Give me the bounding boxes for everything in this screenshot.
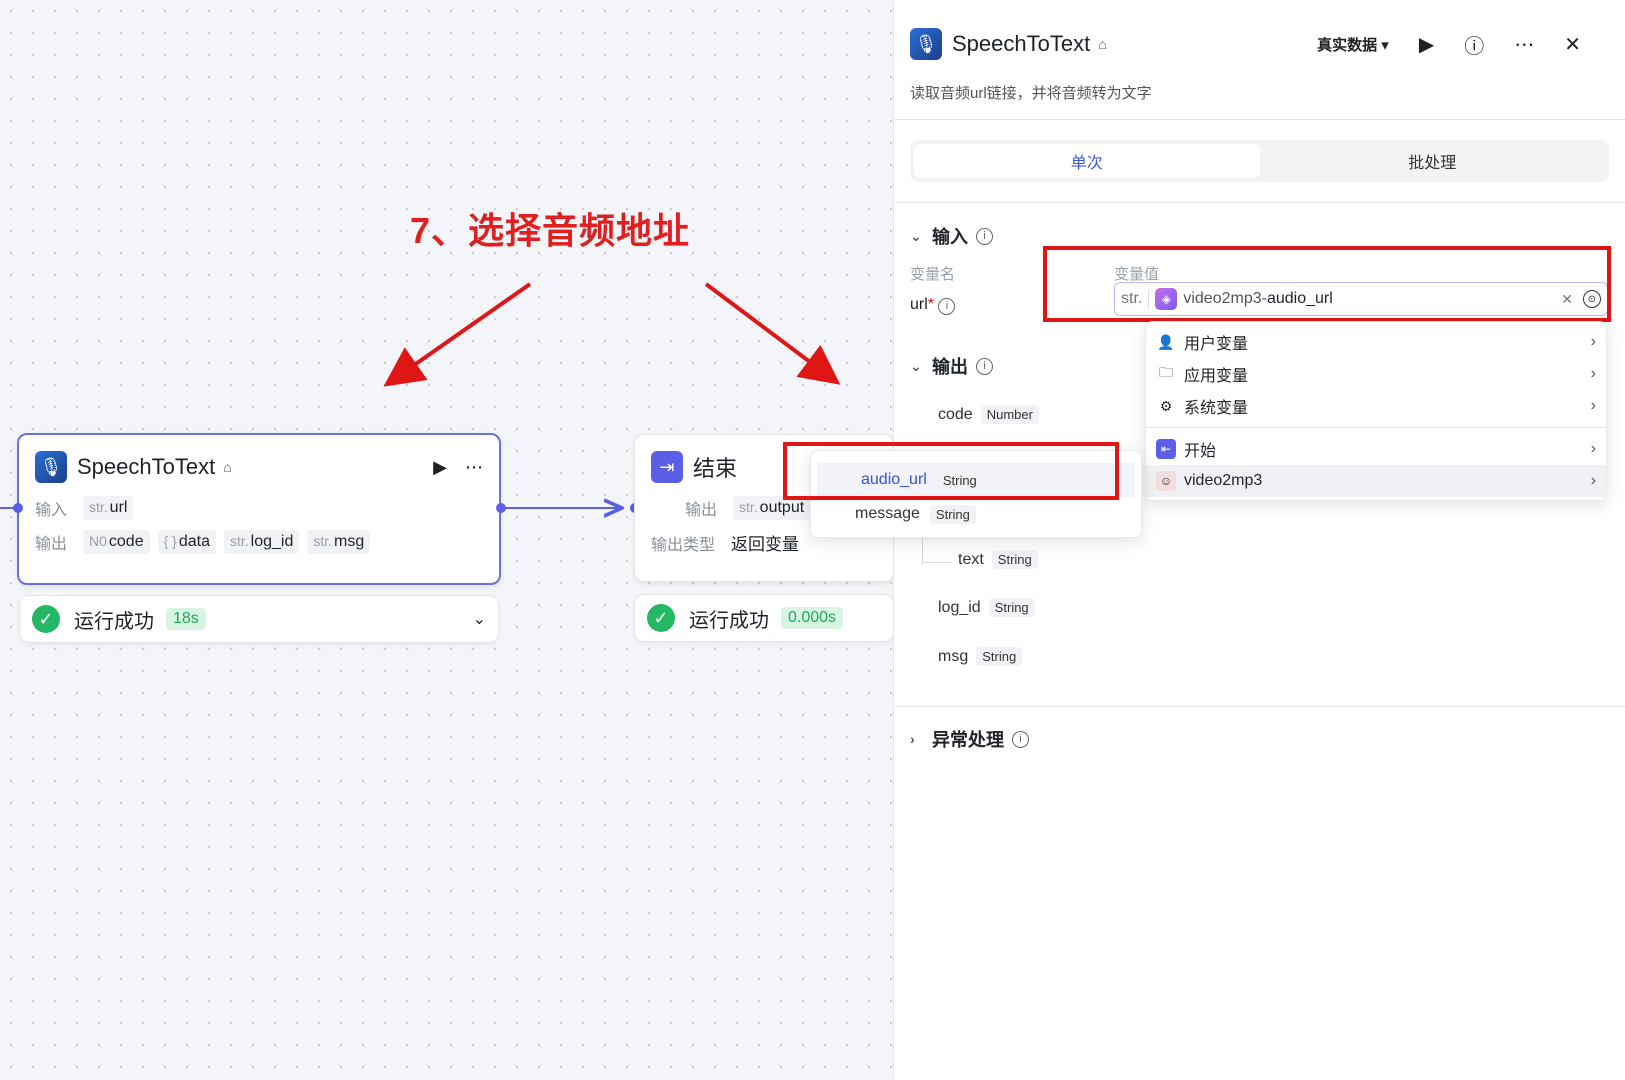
stt-input-port[interactable] (13, 503, 23, 513)
status-text: 运行成功 (74, 610, 154, 633)
more-icon[interactable]: ⋯ (1514, 32, 1534, 57)
tab-bar: 单次 批处理 (910, 140, 1609, 182)
panel-description: 读取音频url链接，并将音频转为文字 (910, 85, 1152, 102)
info-icon: i (976, 357, 993, 375)
exception-section-header[interactable]: › 异常处理 i (894, 726, 1045, 752)
node-title: SpeechToText (77, 454, 216, 479)
output-row-msg: msg String (938, 647, 1023, 666)
arrow-left (383, 282, 532, 387)
chevron-right-icon: › (1590, 440, 1596, 457)
input-label: 输入 (35, 502, 68, 519)
chevron-down-icon[interactable]: ⌄ (473, 609, 486, 629)
save-icon: ⌂ (1098, 36, 1107, 52)
run-icon[interactable]: ▶ (1419, 32, 1434, 57)
microphone-icon: 🎙 (35, 451, 67, 483)
info-icon: i (1012, 730, 1029, 748)
gear-icon: ⚙ (1159, 397, 1173, 414)
output-row-text: text String (958, 550, 1038, 569)
success-check-icon: ✓ (32, 605, 60, 633)
user-icon: 👤 (1157, 333, 1175, 350)
chevron-right-icon: › (1590, 365, 1596, 382)
run-icon[interactable]: ▶ (433, 457, 447, 478)
menu-item-app-vars[interactable]: 🗀 应用变量 › (1146, 358, 1606, 390)
tab-batch[interactable]: 批处理 (1260, 144, 1606, 178)
chevron-down-icon: ⌄ (910, 357, 922, 374)
panel-title: SpeechToText (952, 31, 1091, 56)
output-tag-code: N0 code (83, 530, 150, 554)
variable-menu: 👤 用户变量 › 🗀 应用变量 › ⚙ 系统变量 › ⇤ 开始 › ☺ video2mp3 › (1145, 321, 1607, 501)
exit-icon: ⇥ (651, 451, 683, 483)
end-node-title: 结束 (693, 456, 738, 481)
output-row-log-id: log_id String (938, 598, 1035, 617)
end-output-type-value: 返回变量 (731, 535, 799, 554)
chevron-right-icon: › (1590, 333, 1596, 350)
data-mode-select[interactable]: 真实数据 ▾ (1317, 34, 1389, 55)
menu-item-system-vars[interactable]: ⚙ 系统变量 › (1146, 390, 1606, 422)
menu-item-video2mp3[interactable]: ☺ video2mp3 › (1146, 465, 1606, 497)
save-icon: ⌂ (223, 459, 232, 475)
end-run-status[interactable]: ✓ 运行成功 0.000s (634, 594, 894, 642)
status-time-badge: 18s (166, 608, 206, 630)
arrow-right (704, 282, 841, 385)
status-text: 运行成功 (689, 609, 769, 632)
field-item-message[interactable]: message String (811, 497, 1141, 531)
menu-item-user-vars[interactable]: 👤 用户变量 › (1146, 326, 1606, 358)
output-section-header[interactable]: ⌄ 输出 i (894, 353, 1009, 379)
input-tag: str. url (83, 496, 134, 520)
stt-run-status[interactable]: ✓ 运行成功 18s ⌄ (19, 595, 499, 643)
node-config-panel: 🎙 SpeechToText ⌂ 真实数据 ▾ ▶ ⓘ ⋯ ✕ 读取音频url链… (893, 0, 1625, 1080)
start-icon: ⇤ (1156, 439, 1176, 459)
info-icon: i (938, 297, 956, 315)
close-icon[interactable]: ✕ (1564, 32, 1581, 57)
annotation-text: 7、选择音频地址 (410, 210, 691, 251)
menu-item-start[interactable]: ⇤ 开始 › (1146, 433, 1606, 465)
folder-icon: 🗀 (1159, 364, 1173, 380)
chevron-down-icon: ⌄ (910, 227, 922, 244)
status-time-badge: 0.000s (781, 607, 844, 629)
avatar: ☺ (1156, 471, 1176, 491)
info-icon: i (976, 227, 993, 245)
more-icon[interactable]: ⋯ (465, 457, 483, 478)
chevron-right-icon: › (910, 731, 915, 747)
end-output-label: 输出 (685, 502, 718, 519)
stt-output-port[interactable] (496, 503, 506, 513)
end-output-type-label: 输出类型 (651, 536, 716, 554)
output-tag-data: { } data (157, 530, 216, 554)
chevron-right-icon: › (1590, 397, 1596, 414)
tab-single[interactable]: 单次 (914, 144, 1260, 178)
chevron-right-icon: › (1590, 472, 1596, 489)
help-icon[interactable]: ⓘ (1464, 30, 1484, 59)
output-row-code: code Number (938, 405, 1039, 424)
output-tag-msg: str. msg (307, 530, 371, 554)
output-label: 输出 (35, 536, 68, 553)
highlight-box-audio-url (783, 442, 1119, 500)
success-check-icon: ✓ (647, 604, 675, 632)
output-tag-log-id: str. log_id (224, 530, 300, 554)
highlight-box-url (1043, 246, 1611, 322)
speech-to-text-node[interactable]: 🎙 SpeechToText ⌂ ▶ ⋯ 输入 str. url 输出 N0 cod… (17, 433, 501, 585)
microphone-icon: 🎙 (910, 28, 942, 60)
